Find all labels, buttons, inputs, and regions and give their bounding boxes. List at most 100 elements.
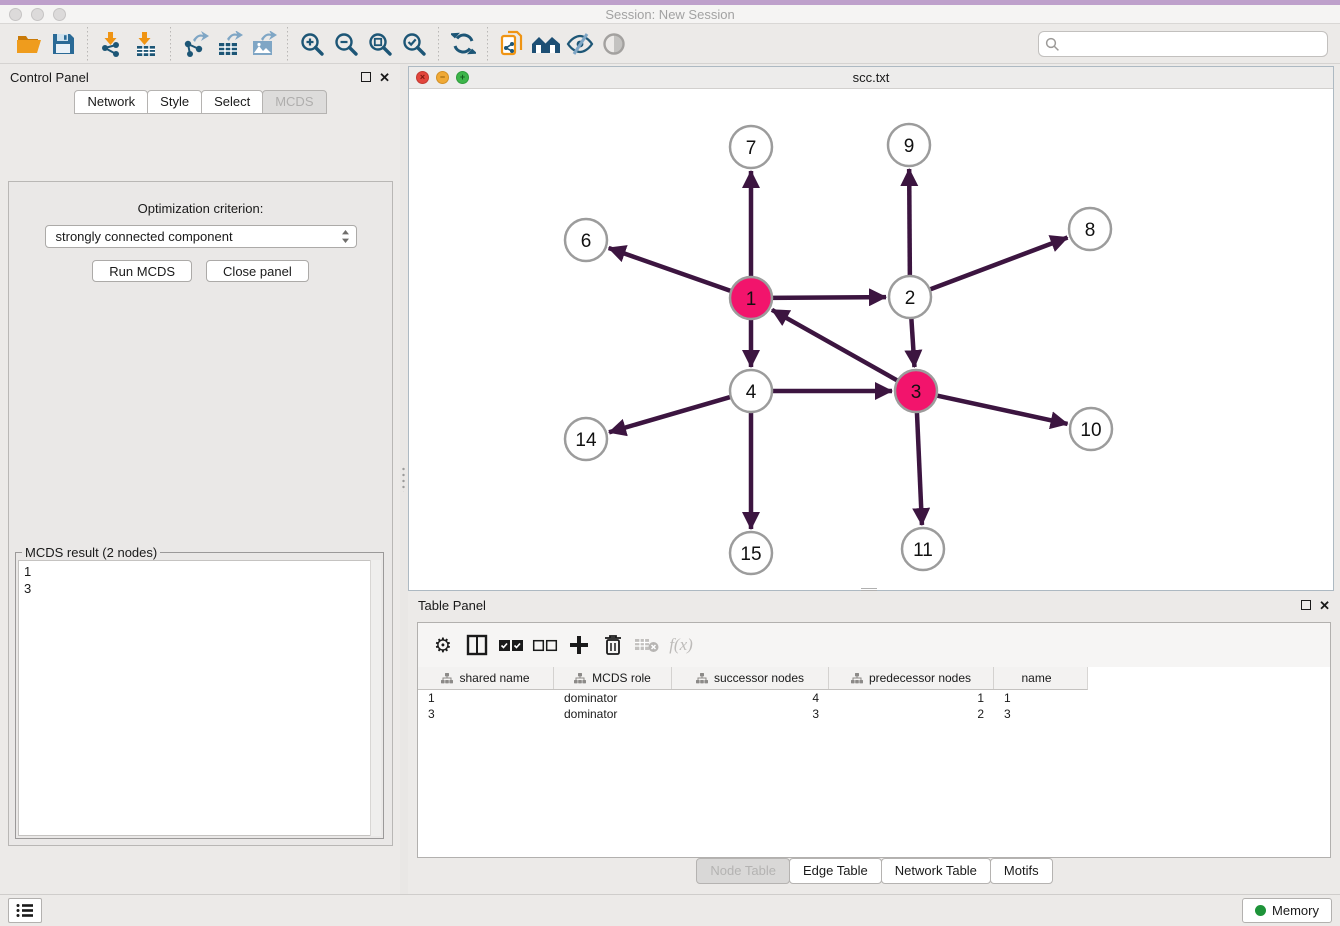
add-column-icon[interactable] [564, 630, 594, 660]
save-session-icon[interactable] [46, 28, 80, 60]
table-settings-icon[interactable]: ⚙ [428, 630, 458, 660]
graph-node-9[interactable]: 9 [888, 124, 930, 166]
graph-edge-2-9[interactable] [909, 169, 910, 278]
graph-edge-3-10[interactable] [935, 395, 1068, 424]
network-canvas[interactable]: 7 9 6 8 1 2 4 3 14 10 15 11 [409, 89, 1333, 590]
graph-edge-2-3[interactable] [911, 316, 914, 367]
table-row[interactable]: 1dominator411 [418, 690, 1330, 706]
table-cell[interactable]: dominator [554, 691, 672, 705]
first-neighbors-icon[interactable] [529, 28, 563, 60]
graphics-details-icon[interactable] [597, 28, 631, 60]
search-input[interactable] [1038, 31, 1328, 57]
float-table-panel-icon[interactable] [1301, 600, 1311, 610]
open-session-icon[interactable] [12, 28, 46, 60]
graph-node-11[interactable]: 11 [902, 528, 944, 570]
float-panel-icon[interactable] [361, 72, 371, 82]
column-header-name[interactable]: name [994, 667, 1079, 689]
graph-node-3[interactable]: 3 [895, 370, 937, 412]
table-cell[interactable]: 1 [418, 691, 554, 705]
graph-node-8[interactable]: 8 [1069, 208, 1111, 250]
tab-style[interactable]: Style [147, 90, 202, 114]
zoom-out-icon[interactable] [329, 28, 363, 60]
function-builder-icon[interactable]: f(x) [666, 630, 696, 660]
tab-node-table[interactable]: Node Table [696, 858, 790, 884]
graph-edge-1-6[interactable] [609, 248, 733, 292]
table-panel-header: Table Panel ✕ [408, 592, 1340, 618]
table-cell[interactable]: dominator [554, 707, 672, 721]
deselect-all-columns-icon[interactable] [530, 630, 560, 660]
tab-mcds[interactable]: MCDS [262, 90, 326, 114]
table-cell[interactable]: 4 [672, 691, 829, 705]
close-panel-icon[interactable]: ✕ [379, 71, 390, 84]
toolbar-separator [87, 27, 88, 61]
table-cell[interactable]: 3 [672, 707, 829, 721]
table-cell[interactable]: 1 [994, 691, 1079, 705]
graph-node-14[interactable]: 14 [565, 418, 607, 460]
column-header-successor-nodes[interactable]: successor nodes [672, 667, 829, 689]
network-graph[interactable]: 7 9 6 8 1 2 4 3 14 10 15 11 [409, 89, 1335, 590]
search-icon [1045, 37, 1060, 52]
column-header-predecessor-nodes[interactable]: predecessor nodes [829, 667, 994, 689]
node-table-container: ⚙ f(x) shared nameMCDS rolesuccessor nod… [417, 622, 1331, 858]
select-all-columns-icon[interactable] [496, 630, 526, 660]
optimization-criterion-value: strongly connected component [56, 229, 233, 244]
splitter-grip[interactable] [402, 466, 405, 492]
zoom-in-icon[interactable] [295, 28, 329, 60]
export-image-icon[interactable] [246, 28, 280, 60]
hide-selected-eye-icon[interactable] [563, 28, 597, 60]
split-panel-icon[interactable] [462, 630, 492, 660]
refresh-icon[interactable] [446, 28, 480, 60]
table-cell[interactable]: 3 [418, 707, 554, 721]
graph-node-15[interactable]: 15 [730, 532, 772, 574]
close-table-panel-icon[interactable]: ✕ [1319, 599, 1330, 612]
task-history-button[interactable] [8, 898, 42, 923]
delete-table-icon[interactable] [632, 630, 662, 660]
zoom-fit-icon[interactable] [363, 28, 397, 60]
graph-node-4[interactable]: 4 [730, 370, 772, 412]
memory-button-label: Memory [1272, 903, 1319, 918]
graph-edge-3-1[interactable] [772, 310, 900, 382]
node-table-body: 1dominator4113dominator323 [418, 690, 1330, 722]
control-panel-tabs: Network Style Select MCDS [0, 90, 400, 114]
memory-button[interactable]: Memory [1242, 898, 1332, 923]
tab-motifs[interactable]: Motifs [990, 858, 1053, 884]
export-table-icon[interactable] [212, 28, 246, 60]
graph-node-6[interactable]: 6 [565, 219, 607, 261]
table-cell[interactable]: 3 [994, 707, 1079, 721]
optimization-criterion-select[interactable]: strongly connected component [45, 225, 357, 248]
graph-node-7[interactable]: 7 [730, 126, 772, 168]
run-mcds-button[interactable]: Run MCDS [92, 260, 192, 282]
graph-node-label: 11 [913, 540, 933, 561]
graph-edge-4-14[interactable] [609, 396, 733, 432]
vertical-splitter[interactable] [400, 64, 408, 894]
delete-column-icon[interactable] [598, 630, 628, 660]
close-panel-button[interactable]: Close panel [206, 260, 309, 282]
tab-network[interactable]: Network [74, 90, 148, 114]
table-row[interactable]: 3dominator323 [418, 706, 1330, 722]
graph-node-10[interactable]: 10 [1070, 408, 1112, 450]
column-header-shared-name[interactable]: shared name [418, 667, 554, 689]
graph-edge-2-8[interactable] [928, 237, 1068, 290]
memory-status-dot [1255, 905, 1266, 916]
column-header-MCDS-role[interactable]: MCDS role [554, 667, 672, 689]
result-scrollbar[interactable] [370, 560, 381, 836]
mcds-result-text[interactable]: 1 3 [18, 560, 381, 836]
graph-node-2[interactable]: 2 [889, 276, 931, 318]
tab-select[interactable]: Select [201, 90, 263, 114]
table-cell[interactable]: 2 [829, 707, 994, 721]
status-bar: Memory [0, 894, 1340, 926]
graph-node-1[interactable]: 1 [730, 277, 772, 319]
zoom-selected-icon[interactable] [397, 28, 431, 60]
export-network-icon[interactable] [178, 28, 212, 60]
toolbar-separator [438, 27, 439, 61]
network-window-titlebar[interactable]: × − + scc.txt [409, 67, 1333, 89]
tab-network-table[interactable]: Network Table [881, 858, 991, 884]
window-title: Session: New Session [0, 7, 1340, 22]
tab-edge-table[interactable]: Edge Table [789, 858, 882, 884]
import-table-icon[interactable] [129, 28, 163, 60]
import-network-icon[interactable] [95, 28, 129, 60]
table-cell[interactable]: 1 [829, 691, 994, 705]
duplicate-network-icon[interactable] [495, 28, 529, 60]
graph-edge-1-2[interactable] [770, 297, 886, 298]
graph-edge-3-11[interactable] [917, 410, 922, 525]
